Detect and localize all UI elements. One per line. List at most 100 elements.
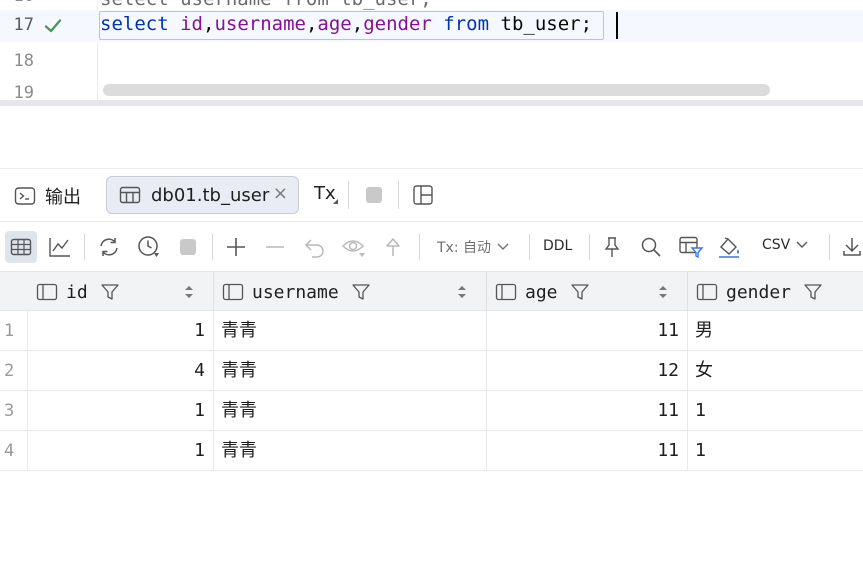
delete-row-button[interactable] bbox=[259, 231, 291, 263]
grid-header: id username age gender bbox=[0, 271, 863, 312]
line-number-19: 19 bbox=[13, 83, 34, 100]
search-button[interactable] bbox=[635, 231, 667, 263]
export-format-label: CSV bbox=[762, 237, 791, 253]
table-row[interactable]: 3 1 青青 11 1 bbox=[0, 391, 863, 431]
cancel-query-button[interactable] bbox=[172, 231, 204, 263]
horizontal-scrollbar[interactable] bbox=[103, 84, 770, 96]
filter-icon[interactable] bbox=[803, 282, 823, 302]
separator bbox=[84, 234, 85, 260]
submit-button[interactable] bbox=[377, 231, 409, 263]
column-header-username[interactable]: username bbox=[214, 272, 487, 312]
sort-icon[interactable] bbox=[659, 284, 667, 300]
compare-button[interactable] bbox=[675, 231, 707, 263]
revert-button[interactable] bbox=[299, 231, 331, 263]
arrow-up-icon bbox=[386, 238, 400, 256]
refresh-icon bbox=[100, 238, 118, 256]
column-name: gender bbox=[726, 281, 792, 303]
execution-success-check-icon bbox=[44, 19, 62, 33]
tab-output-label: 输出 bbox=[45, 187, 81, 208]
chevron-down-icon bbox=[497, 243, 509, 250]
chevron-down-icon bbox=[796, 241, 808, 248]
search-icon bbox=[641, 237, 661, 257]
cell-username[interactable]: 青青 bbox=[214, 351, 487, 391]
filter-icon[interactable] bbox=[351, 282, 371, 302]
download-icon bbox=[843, 238, 861, 256]
cell-id[interactable]: 1 bbox=[28, 431, 214, 471]
separator bbox=[829, 234, 830, 260]
code-line-16[interactable]: select username from tb_user; bbox=[100, 0, 432, 10]
cell-gender[interactable]: 1 bbox=[688, 391, 863, 431]
preview-changes-button[interactable] bbox=[338, 231, 370, 263]
sql-editor[interactable]: 16 select username from tb_user; 17 sele… bbox=[0, 0, 863, 100]
cell-age[interactable]: 11 bbox=[487, 431, 688, 471]
cell-id[interactable]: 4 bbox=[28, 351, 214, 391]
tab-db01-tb-user[interactable]: db01.tb_user × bbox=[106, 176, 299, 214]
results-tab-bar: 输出 db01.tb_user × Tx bbox=[0, 168, 863, 220]
add-row-button[interactable] bbox=[220, 231, 252, 263]
sort-icon[interactable] bbox=[458, 284, 466, 300]
code-line-17[interactable]: 17 select id,username,age,gender from tb… bbox=[0, 10, 863, 42]
column-name: age bbox=[525, 281, 558, 303]
pin-button[interactable] bbox=[596, 231, 628, 263]
column-header-gender[interactable]: gender bbox=[688, 272, 863, 312]
column-icon bbox=[495, 283, 517, 301]
cell-gender[interactable]: 女 bbox=[688, 351, 863, 391]
highlight-button[interactable] bbox=[714, 231, 746, 263]
table-view-button[interactable] bbox=[5, 231, 37, 263]
separator bbox=[398, 181, 399, 209]
ddl-button[interactable]: DDL bbox=[543, 238, 572, 254]
stop-icon bbox=[180, 239, 196, 255]
cell-gender[interactable]: 1 bbox=[688, 431, 863, 471]
stop-icon[interactable] bbox=[364, 185, 384, 205]
pin-icon bbox=[604, 237, 620, 257]
table-row[interactable]: 4 1 青青 11 1 bbox=[0, 431, 863, 471]
tab-output[interactable]: 输出 bbox=[14, 183, 81, 209]
filter-icon[interactable] bbox=[570, 282, 590, 302]
cell-age[interactable]: 11 bbox=[487, 311, 688, 351]
cell-gender[interactable]: 男 bbox=[688, 311, 863, 351]
editor-panel-border bbox=[0, 100, 863, 106]
table-row[interactable]: 1 1 青青 11 男 bbox=[0, 311, 863, 351]
layout-panel-icon[interactable] bbox=[412, 184, 434, 206]
grid-view-icon bbox=[10, 238, 32, 256]
minus-icon bbox=[266, 246, 284, 248]
filter-icon[interactable] bbox=[100, 282, 120, 302]
row-number: 1 bbox=[0, 311, 28, 351]
column-name: username bbox=[252, 281, 339, 303]
paint-bucket-icon bbox=[719, 237, 739, 258]
sql-statement[interactable]: select id,username,age,gender from tb_us… bbox=[100, 13, 592, 35]
transaction-mode-dropdown[interactable]: Tx: 自动 bbox=[437, 237, 509, 257]
line-number-17: 17 bbox=[13, 15, 34, 35]
column-header-id[interactable]: id bbox=[28, 272, 214, 312]
cell-id[interactable]: 1 bbox=[28, 391, 214, 431]
column-icon bbox=[222, 283, 244, 301]
chart-icon bbox=[49, 238, 70, 257]
cell-username[interactable]: 青青 bbox=[214, 311, 487, 351]
refresh-button[interactable] bbox=[93, 231, 125, 263]
cell-age[interactable]: 12 bbox=[487, 351, 688, 391]
chart-view-button[interactable] bbox=[44, 231, 76, 263]
plus-icon bbox=[227, 238, 245, 256]
undo-icon bbox=[304, 239, 324, 258]
close-icon[interactable]: × bbox=[273, 183, 288, 204]
sort-icon[interactable] bbox=[185, 284, 193, 300]
column-header-age[interactable]: age bbox=[487, 272, 688, 312]
cell-age[interactable]: 11 bbox=[487, 391, 688, 431]
tab-result-label: db01.tb_user bbox=[151, 184, 270, 206]
cell-username[interactable]: 青青 bbox=[214, 391, 487, 431]
row-number: 3 bbox=[0, 391, 28, 431]
separator bbox=[419, 234, 420, 260]
table-row[interactable]: 2 4 青青 12 女 bbox=[0, 351, 863, 391]
transaction-mode-label: Tx: 自动 bbox=[437, 240, 492, 256]
history-button[interactable] bbox=[133, 231, 165, 263]
code-line-18[interactable]: 18 bbox=[0, 45, 863, 77]
export-button[interactable] bbox=[836, 231, 863, 263]
line-number-18: 18 bbox=[13, 51, 34, 71]
column-name: id bbox=[66, 281, 88, 303]
results-toolbar: Tx: 自动 DDL CSV bbox=[0, 221, 863, 271]
eye-icon bbox=[341, 240, 365, 257]
cell-username[interactable]: 青青 bbox=[214, 431, 487, 471]
cell-id[interactable]: 1 bbox=[28, 311, 214, 351]
export-format-dropdown[interactable]: CSV bbox=[762, 237, 808, 253]
row-number: 2 bbox=[0, 351, 28, 391]
